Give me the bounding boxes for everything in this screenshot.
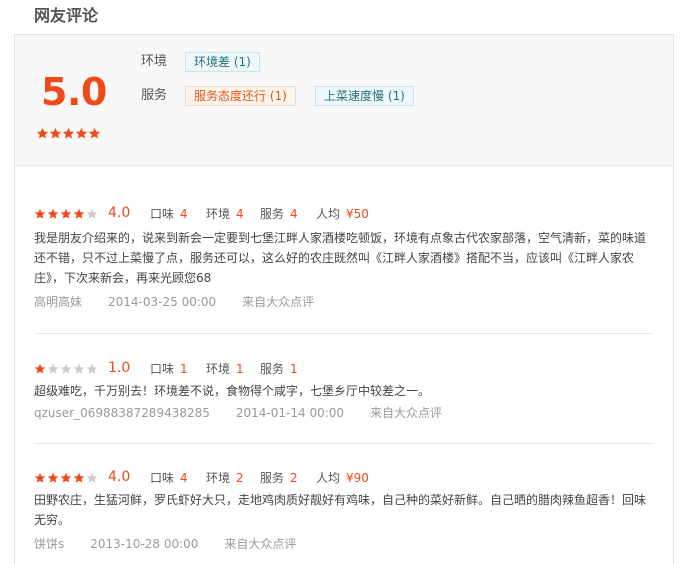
metric-avg-price: 人均 ¥90 (316, 471, 369, 485)
review-header: 4.0 口味 4 环境 2 服务 2 人均 ¥90 (34, 469, 534, 486)
review-text-line: 还不错，只不过上菜慢了点，服务还可以，这么好的农庄既然叫《江畔人家酒楼》搭配不当… (34, 251, 635, 265)
review-score: 4.0 (108, 469, 131, 485)
review-text-line: 超级难吃，千万别去！环境差不说，食物得个咸字，七堡乡厅中较差之一。 (34, 384, 431, 398)
review-text-line: 田野农庄，生猛河鲜，罗氏虾好大只，走地鸡肉质好靓好有鸡味，自己种的菜好新鲜。自己… (34, 493, 647, 507)
category-label-environment: 环境 (141, 54, 168, 69)
metric-service: 服务 4 (260, 207, 298, 221)
review-source: 来自大众点评 (242, 295, 315, 309)
section-title: 网友评论 (34, 6, 99, 25)
metric-taste: 口味 1 (150, 362, 188, 376)
star-filled-icon (75, 127, 88, 139)
rating-summary: 5.0 环境 环境差 (1) 服务 服务态度还行 (1) 上菜速度慢 (1) (15, 35, 673, 166)
overall-stars (36, 125, 101, 144)
review-date: 2014-03-25 00:00 (108, 295, 217, 309)
review-source: 来自大众点评 (370, 406, 443, 420)
review-score: 4.0 (108, 205, 131, 221)
star-empty-icon (86, 363, 98, 374)
star-empty-icon (60, 363, 72, 374)
review-text: 田野农庄，生猛河鲜，罗氏虾好大只，走地鸡肉质好靓好有鸡味，自己种的菜好新鲜。自己… (34, 490, 654, 530)
metric-avg-price: 人均 ¥50 (316, 207, 369, 221)
star-filled-icon (62, 127, 75, 139)
star-filled-icon (34, 472, 46, 483)
overall-score: 5.0 (41, 70, 107, 114)
star-filled-icon (34, 363, 46, 374)
review-header: 1.0 口味 1 环境 1 服务 1 (34, 360, 534, 377)
review-text-line: 庄》，下次来新会，再来光顾您68 (34, 271, 212, 285)
review-header: 4.0 口味 4 环境 4 服务 4 人均 ¥50 (34, 205, 534, 222)
star-filled-icon (60, 472, 72, 483)
metric-environment: 环境 2 (206, 471, 244, 485)
review-user[interactable]: 饼饼s (34, 537, 64, 551)
review-stars (34, 208, 99, 220)
review-stars (34, 363, 99, 375)
review-meta: 高明高妹 2014-03-25 00:00 来自大众点评 (34, 294, 340, 310)
review-stars (34, 472, 99, 484)
star-filled-icon (49, 127, 62, 139)
star-empty-icon (86, 208, 98, 219)
metric-taste: 口味 4 (150, 207, 188, 221)
metric-service: 服务 1 (260, 362, 298, 376)
metric-environment: 环境 4 (206, 207, 244, 221)
divider (34, 333, 654, 334)
star-filled-icon (88, 127, 101, 139)
tag-environment-bad[interactable]: 环境差 (1) (185, 52, 260, 72)
tag-slow-serving[interactable]: 上菜速度慢 (1) (315, 86, 414, 106)
star-filled-icon (36, 127, 49, 139)
review-source: 来自大众点评 (224, 537, 297, 551)
review-text-line: 无穷。 (34, 513, 71, 527)
category-label-service: 服务 (141, 88, 168, 103)
metric-service: 服务 2 (260, 471, 298, 485)
review-meta: qzuser_06988387289438285 2014-01-14 00:00… (34, 405, 468, 421)
review-user[interactable]: 高明高妹 (34, 295, 82, 309)
star-empty-icon (73, 363, 85, 374)
review-score: 1.0 (108, 360, 131, 376)
star-filled-icon (34, 208, 46, 219)
metric-taste: 口味 4 (150, 471, 188, 485)
star-empty-icon (47, 363, 59, 374)
tag-service-ok[interactable]: 服务态度还行 (1) (185, 86, 296, 106)
star-filled-icon (73, 472, 85, 483)
review-text: 超级难吃，千万别去！环境差不说，食物得个咸字，七堡乡厅中较差之一。 (34, 381, 654, 401)
review-date: 2014-01-14 00:00 (235, 406, 345, 420)
star-filled-icon (73, 208, 85, 219)
divider (34, 443, 654, 444)
review-text: 我是朋友介绍来的，说来到新会一定要到七堡江畔人家酒楼吃顿饭，环境有点象古代农家部… (34, 228, 654, 288)
review-meta: 饼饼s 2013-10-28 00:00 来自大众点评 (34, 536, 322, 552)
star-filled-icon (60, 208, 72, 219)
review-date: 2013-10-28 00:00 (90, 537, 199, 551)
metric-environment: 环境 1 (206, 362, 244, 376)
star-filled-icon (47, 208, 59, 219)
star-filled-icon (47, 472, 59, 483)
star-empty-icon (86, 472, 98, 483)
review-user[interactable]: qzuser_06988387289438285 (34, 406, 210, 420)
review-text-line: 我是朋友介绍来的，说来到新会一定要到七堡江畔人家酒楼吃顿饭，环境有点象古代农家部… (34, 231, 647, 245)
